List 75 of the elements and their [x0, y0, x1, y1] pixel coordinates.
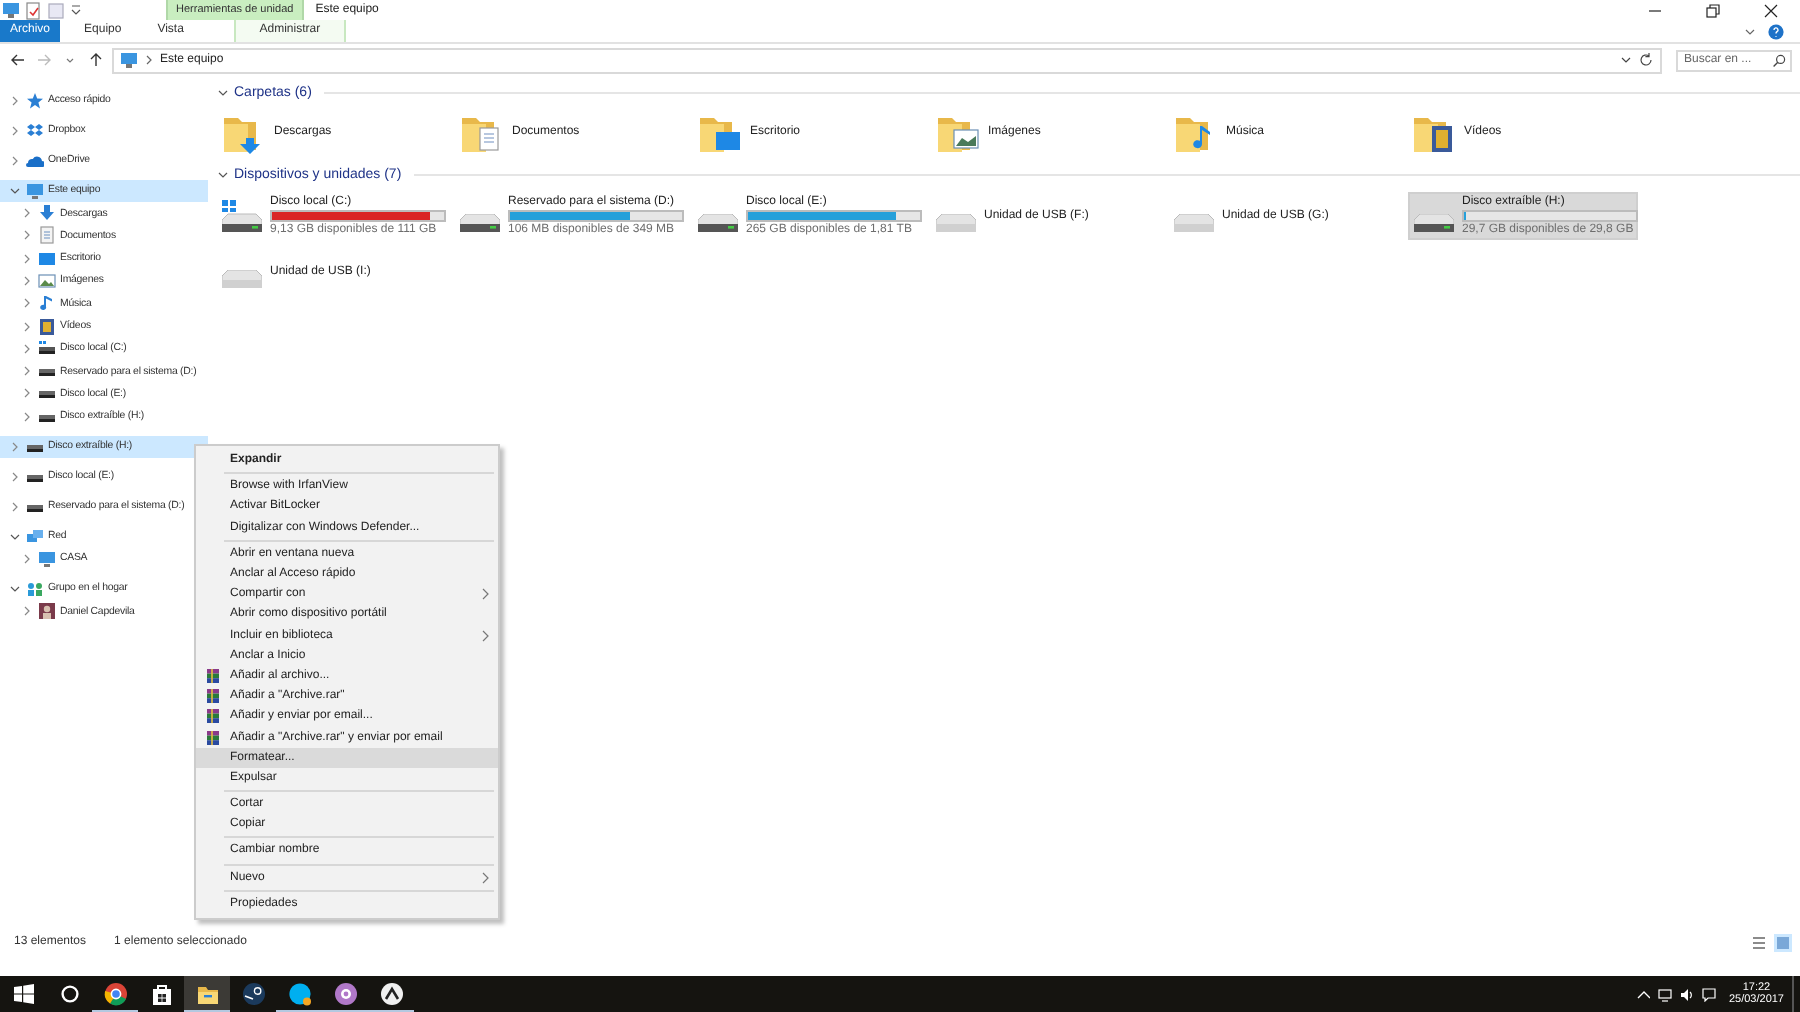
dropdown-icon — [70, 4, 82, 16]
monitor-icon — [25, 181, 43, 200]
speaker-icon — [1680, 987, 1695, 1001]
shopping-bag-icon — [149, 982, 173, 1006]
collapsed-chevron-icon — [10, 95, 20, 106]
collapsed-chevron-icon — [10, 471, 20, 482]
collapsed-chevron-icon — [22, 606, 32, 617]
chat-logo-icon — [287, 981, 311, 1005]
collapsed-chevron-icon — [10, 501, 20, 512]
expanded-chevron-icon — [10, 185, 20, 196]
system-drive-icon — [222, 200, 262, 232]
monitor-icon — [120, 52, 138, 68]
hard-drive-icon — [698, 214, 738, 232]
monitor-icon — [37, 549, 55, 568]
monitor-icon — [2, 2, 20, 18]
close-icon — [1764, 3, 1778, 17]
podcast-icon — [333, 981, 357, 1005]
tiles-icon — [1776, 936, 1790, 950]
refresh-icon — [1638, 52, 1654, 68]
dropbox-icon — [25, 121, 43, 140]
star-icon — [25, 91, 43, 110]
chevron-up-icon — [1636, 987, 1651, 1001]
books-icon — [206, 708, 220, 725]
hard-drive-icon — [37, 339, 55, 358]
browser-icon — [103, 981, 127, 1005]
taskbar-app[interactable] — [184, 976, 230, 1012]
properties-icon — [26, 1, 42, 19]
hard-drive-icon — [460, 214, 500, 232]
download-icon — [37, 204, 55, 223]
list-icon — [1752, 936, 1766, 950]
game-logo-icon — [379, 981, 403, 1005]
usb-drive-icon — [936, 214, 976, 232]
film-icon — [37, 317, 55, 336]
people-icon — [25, 579, 43, 598]
usb-drive-icon — [1174, 214, 1214, 232]
books-icon — [206, 667, 220, 684]
collapsed-chevron-icon — [10, 125, 20, 136]
expanded-chevron-icon — [10, 583, 20, 594]
collapsed-chevron-icon — [10, 441, 20, 452]
help-icon — [1768, 23, 1784, 39]
forward-arrow-icon — [36, 52, 52, 68]
up-arrow-button[interactable] — [86, 48, 106, 72]
folder-icon — [195, 981, 219, 1005]
expand-ribbon-icon — [1744, 25, 1756, 37]
cloud-icon — [25, 151, 43, 170]
hard-drive-icon — [1414, 214, 1454, 232]
books-icon — [206, 688, 220, 705]
desktop-icon — [37, 249, 55, 268]
music-note-icon — [37, 294, 55, 313]
collapsed-chevron-icon — [22, 411, 32, 422]
breadcrumb-chevron-icon — [144, 54, 154, 66]
usb-drive-icon — [222, 270, 262, 288]
up-arrow-icon — [88, 52, 104, 68]
expanded-chevron-icon — [10, 531, 20, 542]
collapsed-chevron-icon — [22, 553, 32, 564]
show-desktop-button[interactable] — [1792, 976, 1800, 1012]
collapsed-chevron-icon — [10, 155, 20, 166]
back-arrow-icon — [10, 52, 26, 68]
gamepad-logo-icon — [241, 982, 265, 1006]
tiles-view-button[interactable] — [1774, 934, 1792, 952]
search-icon — [1772, 53, 1786, 67]
user-icon — [37, 602, 55, 621]
details-view-button[interactable] — [1750, 934, 1768, 952]
books-icon — [206, 729, 220, 746]
picture-icon — [37, 271, 55, 290]
windows-logo-icon — [13, 984, 33, 1004]
ring-icon — [59, 984, 79, 1004]
network-icon — [25, 527, 43, 546]
document-icon — [37, 226, 55, 245]
network-icon — [1658, 987, 1673, 1001]
dropdown-icon — [1620, 54, 1632, 66]
notification-icon — [1702, 987, 1717, 1001]
restore-icon — [1706, 3, 1720, 17]
new-folder-icon — [48, 1, 64, 19]
collapsed-chevron-icon — [22, 298, 32, 309]
